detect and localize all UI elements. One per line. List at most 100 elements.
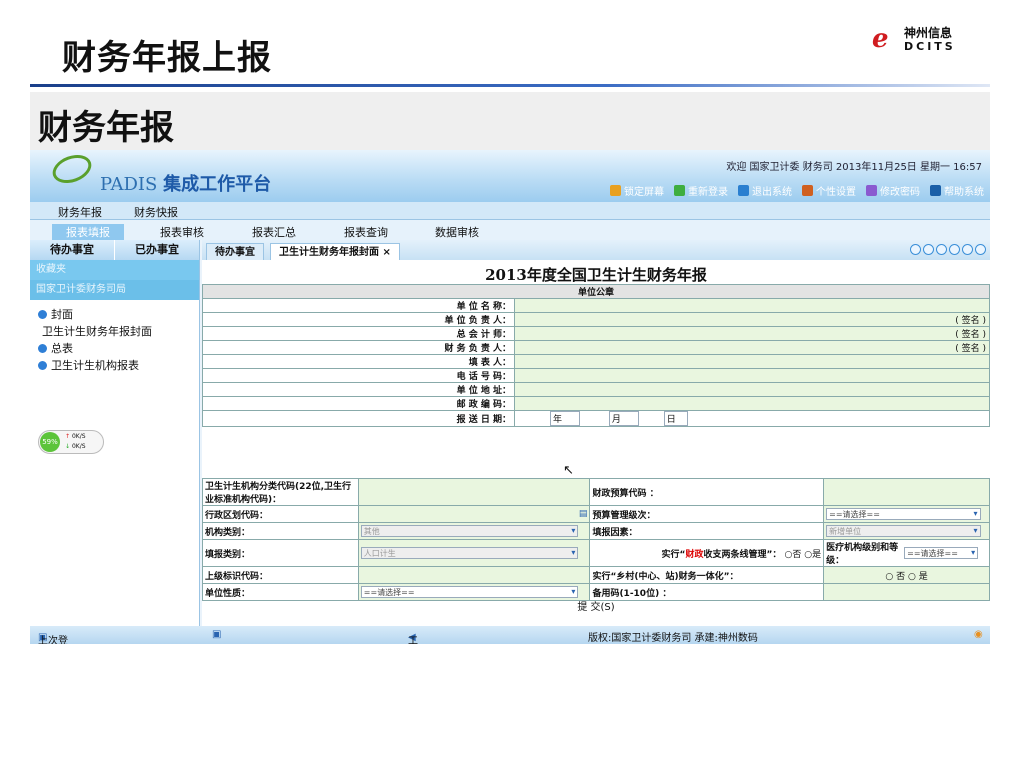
fill-factor-select[interactable]: 新增单位 — [826, 525, 981, 537]
menu-quick-report[interactable]: 财务快报 — [134, 204, 178, 220]
submenu-data-audit[interactable]: 数据审核 — [435, 224, 479, 240]
settings-button[interactable]: 个性设置 — [802, 183, 856, 198]
next-icon[interactable] — [949, 244, 960, 255]
nav-tree: 封面 卫生计生财务年报封面 总表 卫生计生机构报表 — [30, 300, 199, 374]
budget-code-field[interactable] — [823, 478, 990, 506]
submenu-query[interactable]: 报表查询 — [344, 224, 388, 240]
address-field[interactable] — [514, 382, 990, 397]
collapse-icon — [38, 310, 47, 319]
sign-note: ( 签名 ) — [955, 330, 986, 340]
status-bar: ▣ 上次登录:2013-11-25 16:50:41 ▣ ◀ 工作区消息: 版权… — [30, 626, 990, 644]
key-icon — [866, 185, 877, 196]
exit-icon — [738, 185, 749, 196]
row-label: 单 位 名 称： — [202, 298, 515, 313]
app-header: PADIS 集成工作平台 欢迎 国家卫计委 财务司 2013年11月25日 星期… — [30, 150, 990, 202]
close-all-icon[interactable] — [936, 244, 947, 255]
region-code-field[interactable]: ▤ — [357, 505, 591, 523]
help-icon — [930, 185, 941, 196]
brand-en: DCITS — [904, 40, 956, 53]
day-input[interactable]: 日 — [663, 411, 688, 426]
tab-cover-form[interactable]: 卫生计生财务年报封面 × — [270, 243, 400, 260]
tree-item-institution[interactable]: 卫生计生机构报表 — [38, 357, 199, 374]
submenu-audit[interactable]: 报表审核 — [160, 224, 204, 240]
fill-category-select[interactable]: 人口计生 — [360, 547, 579, 559]
unit-head-field[interactable]: ( 签名 ) — [514, 312, 990, 327]
cover-table: 单位公章 单 位 名 称： 单 位 负 责 人： ( 签名 ) 总 会 计 师： (… — [202, 284, 990, 427]
department-band[interactable]: 国家卫计委财务司局 — [30, 280, 199, 300]
postcode-field[interactable] — [514, 396, 990, 411]
finance-head-field[interactable]: ( 签名 ) — [514, 340, 990, 355]
logout-button[interactable]: 退出系统 — [738, 183, 792, 198]
submenu-summary[interactable]: 报表汇总 — [252, 224, 296, 240]
parent-code-field[interactable] — [357, 566, 591, 584]
tab-done[interactable]: 已办事宜 — [114, 240, 199, 260]
tab-controls — [910, 244, 986, 255]
row-label: 填 表 人： — [202, 354, 515, 369]
welcome-text: 欢迎 国家卫计委 财务司 2013年11月25日 星期一 16:57 — [726, 162, 982, 173]
phone-field[interactable] — [514, 368, 990, 383]
refresh-icon — [674, 185, 685, 196]
last-icon[interactable] — [962, 244, 973, 255]
favorites-band[interactable]: 收藏夹 — [30, 260, 199, 280]
submenu-fill[interactable]: 报表填报 — [52, 224, 124, 240]
lock-screen-button[interactable]: 锁定屏幕 — [610, 183, 664, 198]
title-rule — [30, 84, 990, 87]
download-rate: ↓ 0K/S — [65, 443, 86, 450]
prev-icon[interactable] — [923, 244, 934, 255]
app-logo-icon — [48, 150, 96, 189]
slide-subtitle: 财务年报 — [38, 108, 174, 148]
change-password-button[interactable]: 修改密码 — [866, 183, 920, 198]
menu-icon[interactable] — [975, 244, 986, 255]
chief-accountant-field[interactable]: ( 签名 ) — [514, 326, 990, 341]
sub-menu: 报表填报 报表审核 报表汇总 报表查询 数据审核 — [30, 220, 990, 240]
preparer-field[interactable] — [514, 354, 990, 369]
tree-item-cover[interactable]: 封面 — [38, 306, 199, 323]
sign-note: ( 签名 ) — [955, 344, 986, 354]
brand-logo: ℯ 神州信息 DCITS — [870, 22, 990, 58]
village-integration-radio[interactable]: ○ 否 ○ 是 — [823, 566, 990, 584]
app-screenshot: PADIS 集成工作平台 欢迎 国家卫计委 财务司 2013年11月25日 星期… — [30, 150, 990, 644]
tab-todo-content[interactable]: 待办事宜 — [206, 243, 264, 260]
form-title: 2013年度全国卫生计生财务年报 — [485, 266, 707, 284]
content-tabs: 待办事宜 卫生计生财务年报封面 × — [202, 240, 990, 260]
unit-nature-select[interactable]: ==请选择== — [360, 586, 579, 598]
top-toolbar: 锁定屏幕 重新登录 退出系统 个性设置 修改密码 帮助系统 — [610, 183, 984, 198]
two-line-radio[interactable]: ○否 ○是 — [785, 550, 822, 560]
first-icon[interactable] — [910, 244, 921, 255]
medical-level-select[interactable]: ==请选择== — [904, 546, 979, 559]
tab-todo[interactable]: 待办事宜 — [30, 240, 114, 260]
unit-name-field[interactable] — [514, 298, 990, 313]
submit-button[interactable]: 提 交(S) — [202, 598, 990, 613]
chevron-down-icon[interactable]: ◉ — [974, 629, 983, 640]
menu-annual-report[interactable]: 财务年报 — [58, 204, 102, 220]
relogin-button[interactable]: 重新登录 — [674, 183, 728, 198]
label-org-code: 卫生计生机构分类代码(22位,卫生行业标准机构代码)： — [202, 478, 359, 506]
grid-icon — [802, 185, 813, 196]
label-fill-factor: 填报因素： — [589, 522, 825, 540]
year-input[interactable]: 年 — [550, 411, 580, 426]
lock-icon — [610, 185, 621, 196]
sidebar: 待办事宜 已办事宜 收藏夹 国家卫计委财务司局 封面 卫生计生财务年报封面 总表… — [30, 240, 200, 632]
submit-date-field[interactable]: 年 月 日 — [514, 410, 990, 427]
month-input[interactable]: 月 — [608, 411, 639, 426]
upload-rate: ↑ 0K/S — [65, 433, 86, 440]
fill-category-cell: 人口计生 — [357, 539, 591, 567]
tree-item-cover-form[interactable]: 卫生计生财务年报封面 — [38, 323, 199, 340]
medical-level-cell: 医疗机构级别和等级： ==请选择== — [823, 539, 990, 567]
main-panel: 待办事宜 卫生计生财务年报封面 × 2013年度全国卫生计生财务年报 单位公章 … — [202, 240, 990, 632]
seal-header: 单位公章 — [202, 284, 990, 299]
help-button[interactable]: 帮助系统 — [930, 183, 984, 198]
org-type-select[interactable]: 其他 — [360, 525, 579, 537]
sign-note: ( 签名 ) — [955, 316, 986, 326]
org-code-field[interactable] — [357, 478, 591, 506]
label-village-integration: 实行“乡村(中心、站)财务一体化”： — [589, 566, 825, 584]
mouse-cursor-icon: ↖ — [563, 463, 574, 478]
portal-icon[interactable]: ▣ — [212, 629, 221, 640]
tree-item-summary[interactable]: 总表 — [38, 340, 199, 357]
budget-level-select[interactable]: ==请选择== — [826, 508, 981, 520]
row-label: 财 务 负 责 人： — [202, 340, 515, 355]
row-label: 报 送 日 期： — [202, 410, 515, 427]
row-label: 总 会 计 师： — [202, 326, 515, 341]
slide-title: 财务年报上报 — [62, 38, 272, 78]
fill-factor-cell: 新增单位 — [823, 522, 990, 540]
